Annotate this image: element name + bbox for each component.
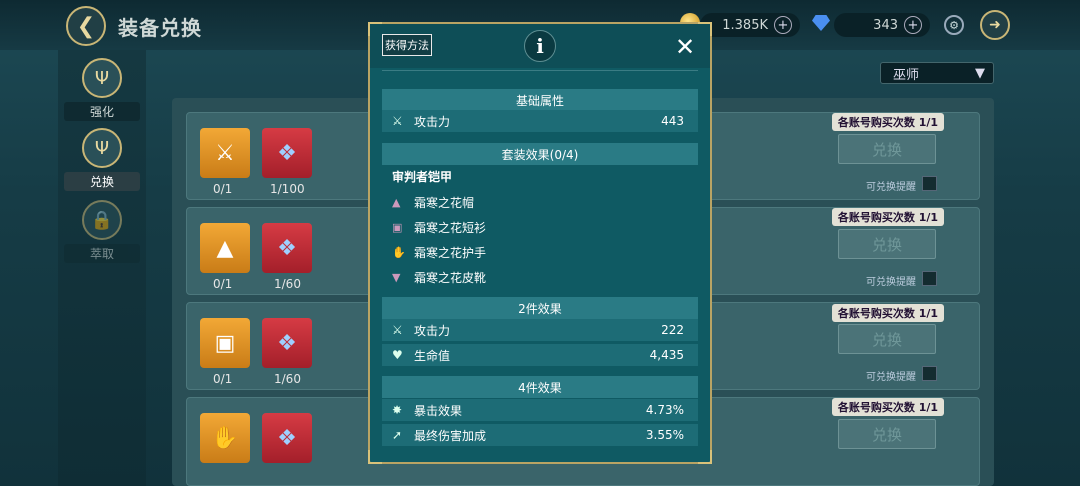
heart-icon: ♥ [392,348,403,362]
class-selector-value: 巫师 [893,67,920,83]
trident-icon: Ψ [82,128,122,168]
set-piece-label: 霜寒之花护手 [414,245,487,260]
exchange-button[interactable]: 兑换 [838,134,936,164]
modal-corner-ornament [368,450,382,464]
stat-value: 4,435 [649,348,684,362]
sidebar-item-exchange[interactable]: Ψ 兑换 [64,128,140,191]
page-title: 装备兑换 [118,16,202,40]
set-piece-gloves: ✋ 霜寒之花护手 [382,241,698,263]
material-count: 1/100 [270,182,305,196]
crossed-swords-icon: ⚔ [392,323,403,337]
purchase-limit-badge: 各账号购买次数 1/1 [832,208,944,226]
stat-label: 攻击力 [414,323,451,338]
sidebar-item-label: 萃取 [64,244,140,263]
exit-icon[interactable]: ➜ [980,10,1010,40]
item-count: 0/1 [213,277,233,291]
stat-label: 攻击力 [414,114,451,129]
back-button[interactable]: ❮ [66,6,106,46]
stat-value: 3.55% [645,428,684,442]
exchange-button[interactable]: 兑换 [838,324,936,354]
stat-value: 4.73% [645,403,684,417]
remind-checkbox[interactable] [922,176,937,191]
stat-row-attack: ⚔ 攻击力 443 [382,110,698,132]
stat-row-attack: ⚔ 攻击力 222 [382,319,698,341]
set-piece-label: 霜寒之花帽 [414,195,475,210]
back-arrow-icon: ❮ [76,13,96,39]
sidebar-item-label: 强化 [64,102,140,121]
material-icon[interactable]: ❖ [262,223,312,273]
class-selector[interactable]: 巫师 ▼ [880,62,994,84]
material-icon[interactable]: ❖ [262,318,312,368]
close-icon[interactable]: ✕ [675,33,695,61]
remind-checkbox[interactable] [922,271,937,286]
item-count: 0/1 [213,372,233,386]
wizard-hat-icon[interactable]: ▲ [200,223,250,273]
purchase-limit-badge: 各账号购买次数 1/1 [832,398,944,416]
crossed-swords-icon: ⚔ [392,114,403,128]
sidebar-item-label: 兑换 [64,172,140,191]
settings-icon[interactable]: ⚙ [944,15,964,35]
info-icon[interactable]: i [524,30,556,62]
four-piece-heading: 4件效果 [382,376,698,398]
trident-icon: Ψ [82,58,122,98]
damage-up-icon: ➚ [392,428,403,442]
crit-icon: ✸ [392,403,403,417]
gold-counter: 1.385K + [700,13,800,37]
gem-value: 343 [873,17,898,33]
item-count: 0/1 [213,182,233,196]
material-count: 1/60 [274,277,301,291]
remind-checkbox[interactable] [922,366,937,381]
staff-icon[interactable]: ⚔ [200,128,250,178]
stat-value: 443 [661,114,684,128]
glove-icon: ✋ [392,245,406,259]
remind-label: 可兑换提醒 [866,182,916,193]
boot-icon: ▼ [392,270,401,284]
shirt-icon: ▣ [392,220,403,234]
hat-icon: ▲ [392,195,401,209]
stat-row-crit: ✸ 暴击效果 4.73% [382,399,698,421]
base-attributes-heading: 基础属性 [382,89,698,111]
material-icon[interactable]: ❖ [262,128,312,178]
set-piece-hat: ▲ 霜寒之花帽 [382,191,698,213]
chevron-down-icon: ▼ [975,65,985,81]
gauntlet-icon[interactable]: ✋ [200,413,250,463]
exchange-button[interactable]: 兑换 [838,419,936,449]
two-piece-heading: 2件效果 [382,297,698,319]
set-piece-boots: ▼ 霜寒之花皮靴 [382,266,698,288]
exchange-button[interactable]: 兑换 [838,229,936,259]
divider [382,70,698,71]
stat-row-hp: ♥ 生命值 4,435 [382,344,698,366]
sidebar-item-enhance[interactable]: Ψ 强化 [64,58,140,121]
lock-icon: 🔒 [82,200,122,240]
set-name: 审判者铠甲 [392,170,453,184]
set-piece-label: 霜寒之花皮靴 [414,270,487,285]
robe-icon[interactable]: ▣ [200,318,250,368]
stat-label: 最终伤害加成 [414,428,487,443]
stat-label: 暴击效果 [414,403,463,418]
material-count: 1/60 [274,372,301,386]
remind-label: 可兑换提醒 [866,372,916,383]
stat-label: 生命值 [414,348,451,363]
acquire-method-button[interactable]: 获得方法 [382,34,432,56]
purchase-limit-badge: 各账号购买次数 1/1 [832,113,944,131]
stat-value: 222 [661,323,684,337]
set-effect-heading: 套装效果(0/4) [382,143,698,165]
remind-label: 可兑换提醒 [866,277,916,288]
modal-corner-ornament [698,450,712,464]
sidebar-item-extract[interactable]: 🔒 萃取 [64,200,140,263]
add-gold-button[interactable]: + [774,16,792,34]
set-piece-shirt: ▣ 霜寒之花短衫 [382,216,698,238]
gem-counter: 343 + [834,13,930,37]
set-piece-label: 霜寒之花短衫 [414,220,487,235]
gold-value: 1.385K [722,17,768,33]
sidebar: Ψ 强化 Ψ 兑换 🔒 萃取 [58,50,146,486]
purchase-limit-badge: 各账号购买次数 1/1 [832,304,944,322]
add-gem-button[interactable]: + [904,16,922,34]
stat-row-final-damage: ➚ 最终伤害加成 3.55% [382,424,698,446]
material-icon[interactable]: ❖ [262,413,312,463]
